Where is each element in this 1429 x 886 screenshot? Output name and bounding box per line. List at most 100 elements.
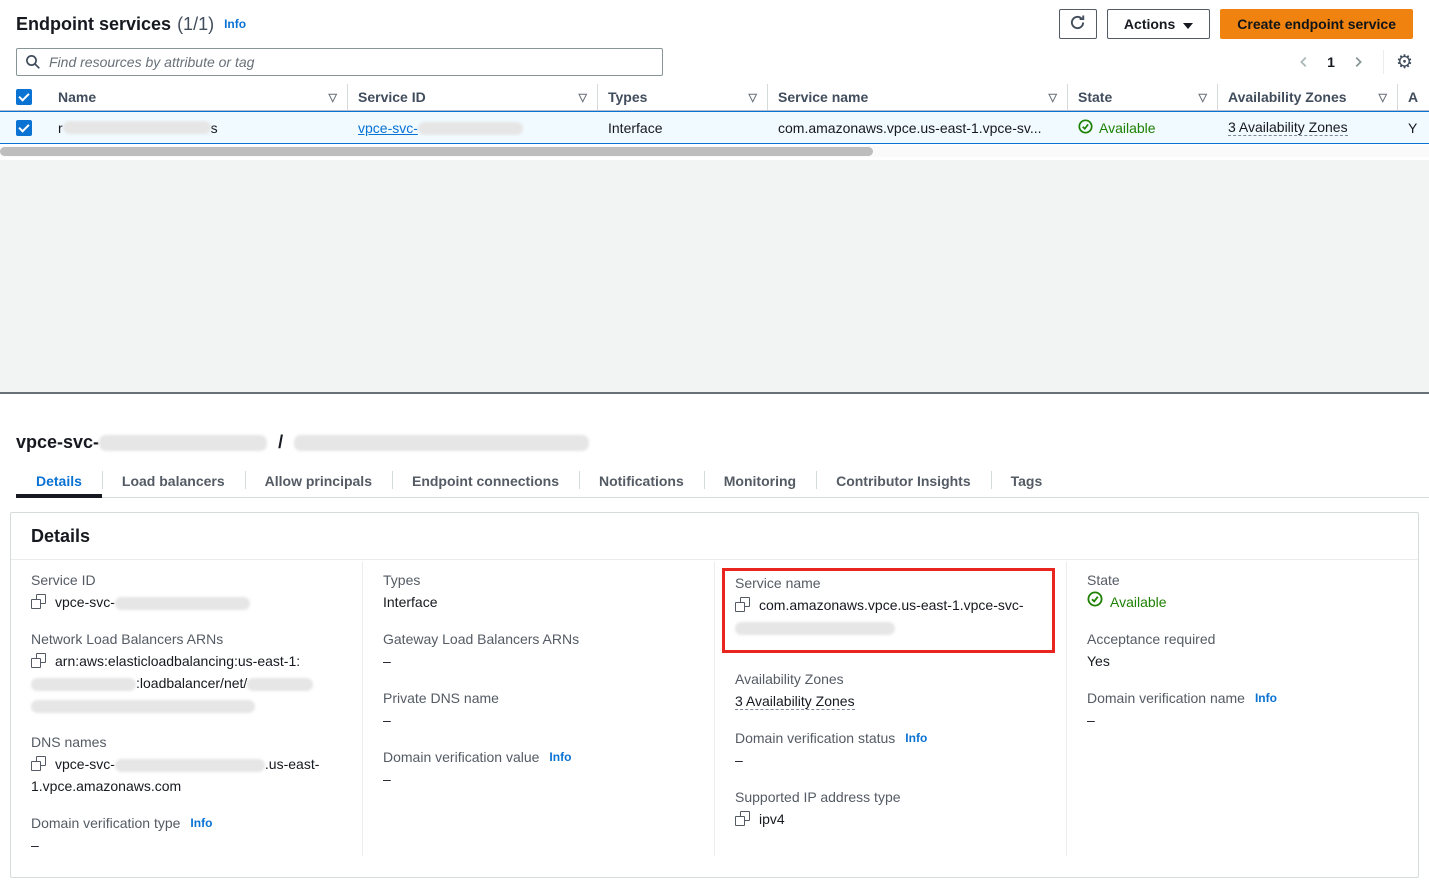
page-info-link[interactable]: Info — [224, 17, 246, 31]
redacted-lb-name — [247, 678, 313, 691]
tab-details[interactable]: Details — [16, 465, 102, 497]
state-value: Available — [1087, 591, 1394, 613]
tab-load-balancers[interactable]: Load balancers — [102, 465, 245, 497]
previous-page-button[interactable] — [1291, 49, 1317, 75]
next-page-button[interactable] — [1345, 49, 1371, 75]
redacted-service-id — [418, 122, 523, 135]
domain-verification-name-info-link[interactable]: Info — [1255, 691, 1277, 705]
details-card-body: Service ID vpce-svc- Network Load Balanc… — [11, 560, 1418, 866]
domain-verification-type-label: Domain verification type Info — [31, 815, 338, 831]
settings-gear-icon[interactable]: ⚙ — [1396, 53, 1413, 72]
domain-verification-value-info-link[interactable]: Info — [549, 750, 571, 764]
nlb-arns-value: arn:aws:elasticloadbalancing:us-east-1::… — [31, 650, 338, 716]
details-card-title: Details — [11, 513, 1418, 560]
annotation-red-box: Service name com.amazonaws.vpce.us-east-… — [722, 568, 1055, 653]
endpoint-services-section: Endpoint services (1/1) Info Actions Cre… — [0, 0, 1429, 160]
page-title: Endpoint services — [16, 14, 171, 35]
aws-console-screen: Endpoint services (1/1) Info Actions Cre… — [0, 0, 1429, 886]
dns-names-label: DNS names — [31, 734, 338, 750]
details-column-1: Service ID vpce-svc- Network Load Balanc… — [11, 562, 362, 856]
tab-monitoring[interactable]: Monitoring — [704, 465, 816, 497]
sort-icon-service-name[interactable]: ▽ — [1043, 91, 1057, 104]
page-header: Endpoint services (1/1) Info Actions Cre… — [0, 0, 1429, 41]
copy-icon[interactable] — [31, 653, 46, 668]
select-all-checkbox-cell — [0, 84, 48, 110]
detail-panel: vpce-svc- / Details Load balancers Allow… — [0, 394, 1429, 886]
copy-icon[interactable] — [31, 594, 46, 609]
sort-icon-availability-zones[interactable]: ▽ — [1373, 91, 1387, 104]
dns-names-value: vpce-svc-.us-east-1.vpce.amazonaws.com — [31, 753, 338, 797]
service-name-label: Service name — [735, 575, 1042, 591]
sort-icon-state[interactable]: ▽ — [1193, 91, 1207, 104]
service-id-label: Service ID — [31, 572, 338, 588]
column-header-state[interactable]: State ▽ — [1068, 84, 1218, 110]
copy-icon[interactable] — [735, 811, 750, 826]
refresh-button[interactable] — [1059, 9, 1097, 39]
ip-address-type-label: Supported IP address type — [735, 789, 1042, 805]
column-header-service-id[interactable]: Service ID ▽ — [348, 84, 598, 110]
domain-verification-type-info-link[interactable]: Info — [190, 816, 212, 830]
sort-icon-name[interactable]: ▽ — [323, 91, 337, 104]
domain-verification-value-label: Domain verification value Info — [383, 749, 690, 765]
redacted-arn-line — [31, 700, 255, 713]
availability-zones-detail-link[interactable]: 3 Availability Zones — [735, 693, 855, 710]
refresh-icon — [1069, 14, 1086, 34]
ip-address-type-value: ipv4 — [735, 808, 1042, 830]
details-column-3: Service name com.amazonaws.vpce.us-east-… — [714, 562, 1066, 856]
details-column-2: Types Interface Gateway Load Balancers A… — [362, 562, 714, 856]
redacted-service-id-value — [115, 597, 250, 610]
copy-icon[interactable] — [31, 756, 46, 771]
availability-zones-label: Availability Zones — [735, 671, 1042, 687]
pagination: 1 ⚙ — [1291, 49, 1413, 75]
header-actions: Actions Create endpoint service — [1059, 9, 1413, 39]
table-row[interactable]: r s vpce-svc- Interface com.amazonaws.vp… — [0, 111, 1429, 144]
page-number[interactable]: 1 — [1321, 54, 1341, 70]
redacted-service-name — [735, 622, 895, 635]
row-service-id-cell: vpce-svc- — [348, 120, 598, 136]
tab-notifications[interactable]: Notifications — [579, 465, 704, 497]
row-types-cell: Interface — [598, 120, 768, 136]
details-column-4: State Available Acceptance required Yes … — [1066, 562, 1418, 856]
endpoint-services-table: Name ▽ Service ID ▽ Types ▽ Service name… — [0, 84, 1429, 157]
tab-allow-principals[interactable]: Allow principals — [245, 465, 392, 497]
types-label: Types — [383, 572, 690, 588]
glb-arns-value: – — [383, 650, 690, 672]
domain-verification-status-info-link[interactable]: Info — [905, 731, 927, 745]
details-card: Details Service ID vpce-svc- Network Loa… — [10, 512, 1419, 878]
horizontal-scrollbar-thumb[interactable] — [0, 147, 873, 156]
search-icon — [25, 54, 41, 75]
column-header-types[interactable]: Types ▽ — [598, 84, 768, 110]
column-header-availability-zones[interactable]: Availability Zones ▽ — [1218, 84, 1398, 110]
create-endpoint-service-button[interactable]: Create endpoint service — [1220, 9, 1413, 39]
availability-zones-value: 3 Availability Zones — [735, 690, 1042, 712]
state-badge: Available — [1078, 119, 1156, 137]
row-acceptance-cell: Y — [1398, 120, 1429, 136]
domain-verification-name-label: Domain verification name Info — [1087, 690, 1394, 706]
column-header-name[interactable]: Name ▽ — [48, 84, 348, 110]
redacted-dns — [115, 759, 265, 772]
search-row: 1 ⚙ — [0, 41, 1429, 76]
tab-tags[interactable]: Tags — [991, 465, 1063, 497]
check-circle-icon — [1078, 119, 1093, 137]
column-header-acceptance[interactable]: A — [1398, 84, 1429, 110]
domain-verification-name-value: – — [1087, 709, 1394, 731]
actions-button[interactable]: Actions — [1107, 9, 1210, 39]
search-input[interactable] — [16, 48, 663, 76]
copy-icon[interactable] — [735, 597, 750, 612]
redacted-title-name — [294, 435, 589, 451]
sort-icon-service-id[interactable]: ▽ — [573, 91, 587, 104]
sort-icon-types[interactable]: ▽ — [743, 91, 757, 104]
column-header-service-name[interactable]: Service name ▽ — [768, 84, 1068, 110]
service-id-link[interactable]: vpce-svc- — [358, 120, 523, 136]
tab-endpoint-connections[interactable]: Endpoint connections — [392, 465, 579, 497]
row-service-name-cell: com.amazonaws.vpce.us-east-1.vpce-sv... — [768, 120, 1068, 136]
tab-contributor-insights[interactable]: Contributor Insights — [816, 465, 991, 497]
availability-zones-link[interactable]: 3 Availability Zones — [1228, 119, 1348, 136]
select-all-checkbox[interactable] — [16, 89, 32, 105]
glb-arns-label: Gateway Load Balancers ARNs — [383, 631, 690, 647]
row-availability-zones-cell: 3 Availability Zones — [1218, 119, 1398, 136]
row-name-cell: r s — [48, 120, 348, 136]
types-value: Interface — [383, 591, 690, 613]
row-checkbox[interactable] — [16, 120, 32, 136]
pager-divider — [1383, 50, 1384, 74]
